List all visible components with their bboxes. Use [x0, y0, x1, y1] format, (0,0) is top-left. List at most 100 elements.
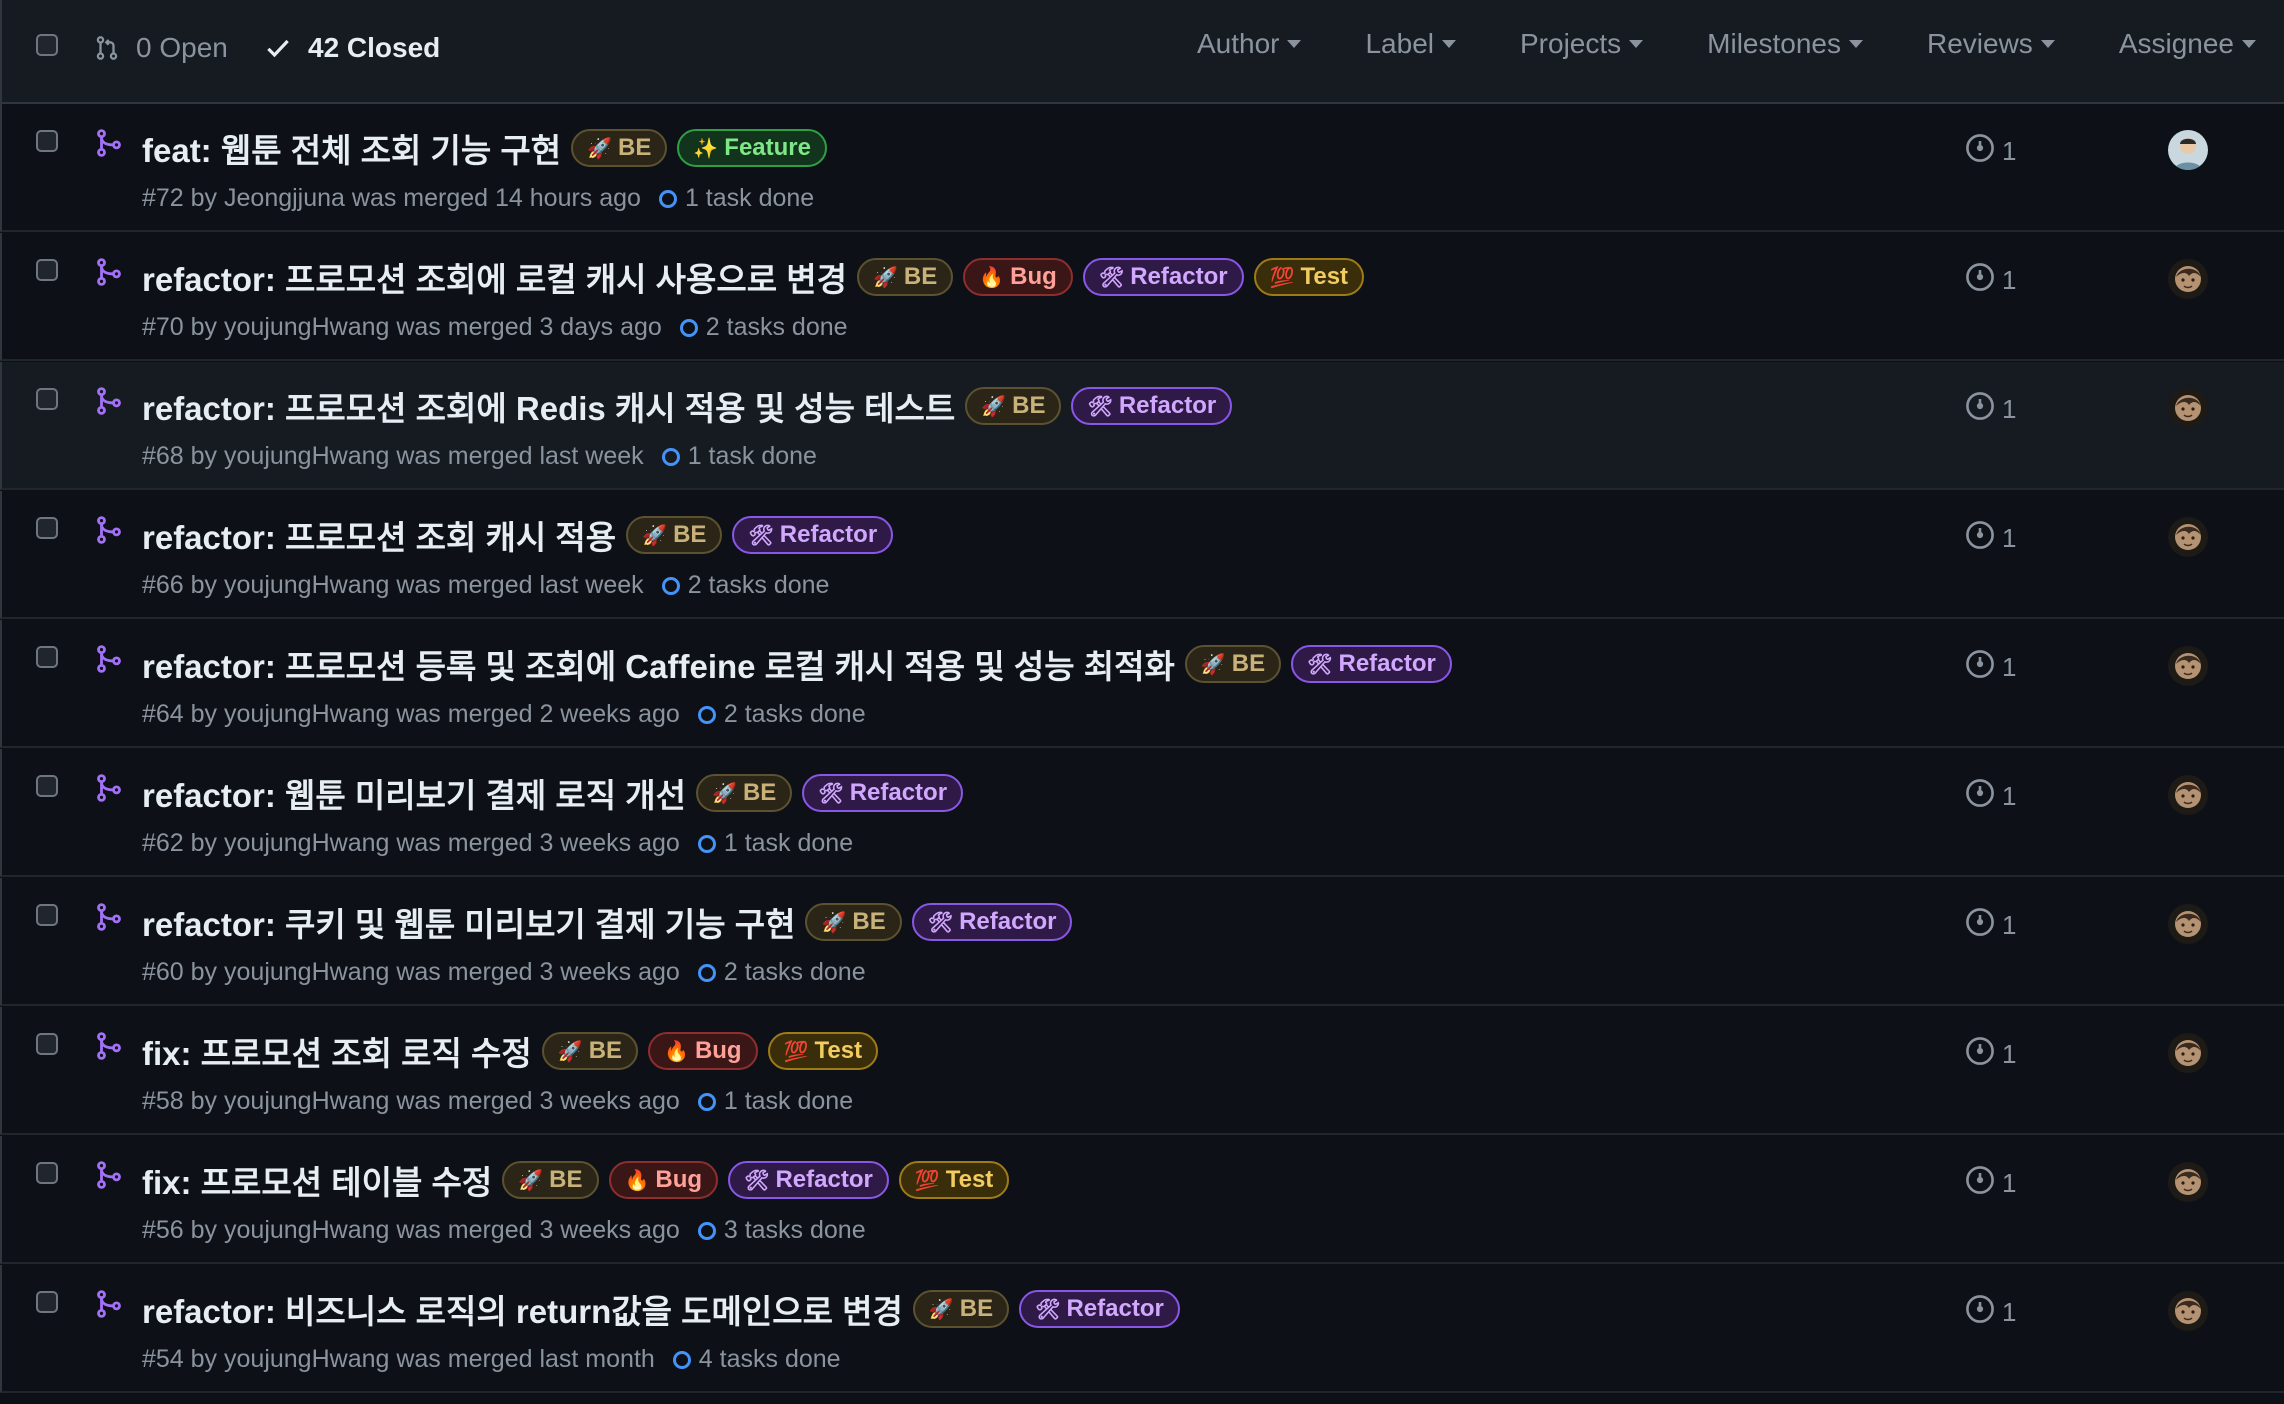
caret-down-icon [2242, 40, 2256, 48]
assignee-avatar[interactable] [2168, 1162, 2208, 1202]
comments-link[interactable]: 1 [1964, 648, 2016, 687]
task-status[interactable]: 4 tasks done [699, 1345, 841, 1374]
comments-link[interactable]: 1 [1964, 1293, 2016, 1332]
pull-request-title[interactable]: feat: 웹툰 전체 조회 기능 구현 [142, 124, 561, 172]
label-feature[interactable]: ✨ Feature [677, 129, 827, 167]
pull-request-title[interactable]: refactor: 프로모션 조회 캐시 적용 [142, 511, 616, 559]
label-test[interactable]: 💯 Test [1253, 258, 1365, 296]
comments-link[interactable]: 1 [1964, 1164, 2016, 1203]
label-refactor[interactable]: 🛠 Refactor [1082, 258, 1244, 296]
label-bug[interactable]: 🔥 Bug [608, 1161, 719, 1199]
label-refactor[interactable]: 🛠 Refactor [911, 903, 1073, 941]
pull-request-title[interactable]: refactor: 비즈니스 로직의 return값을 도메인으로 변경 [142, 1285, 903, 1333]
comments-link[interactable]: 1 [1964, 777, 2016, 816]
label-be[interactable]: 🚀 BE [1184, 645, 1282, 683]
task-status[interactable]: 3 tasks done [724, 1216, 866, 1245]
pull-request-row[interactable]: refactor: 프로모션 조회 캐시 적용 🚀 BE 🛠 Refactor #66 b… [0, 491, 2284, 619]
label-emoji-icon: 🚀 [928, 1298, 954, 1321]
assignee-avatar[interactable] [2168, 904, 2208, 944]
assignee-avatar[interactable] [2168, 388, 2208, 428]
label-be[interactable]: 🚀 BE [805, 903, 902, 941]
label-emoji-icon: 🛠 [1307, 653, 1333, 676]
pull-request-row[interactable]: fix: 프로모션 조회 로직 수정 🚀 BE 🔥 Bug 💯 Test #58 by you… [0, 1007, 2284, 1135]
pull-request-row[interactable]: refactor: 프로모션 등록 및 조회에 Caffeine 로컬 캐시 적… [0, 620, 2284, 748]
pull-request-row[interactable]: refactor: 프로모션 조회에 Redis 캐시 적용 및 성능 테스트 🚀… [0, 362, 2284, 490]
label-test[interactable]: 💯 Test [898, 1161, 1010, 1199]
filter-author[interactable]: Author [1197, 28, 1302, 60]
row-checkbox[interactable] [36, 1162, 58, 1184]
task-status[interactable]: 1 task done [685, 184, 814, 213]
label-be[interactable]: 🚀 BE [502, 1161, 599, 1199]
task-status[interactable]: 1 task done [688, 442, 817, 471]
comments-link[interactable]: 1 [1964, 906, 2016, 945]
select-all-checkbox[interactable] [36, 34, 58, 56]
label-be[interactable]: 🚀 BE [857, 258, 954, 296]
row-checkbox[interactable] [36, 1033, 58, 1055]
row-checkbox[interactable] [36, 388, 58, 410]
task-status[interactable]: 2 tasks done [706, 313, 848, 342]
label-refactor[interactable]: 🛠 Refactor [802, 774, 964, 812]
label-refactor[interactable]: 🛠 Refactor [732, 516, 894, 554]
comments-link[interactable]: 1 [1964, 390, 2016, 429]
pull-request-row[interactable]: fix: 프로모션 테이블 수정 🚀 BE 🔥 Bug 🛠 Refactor 💯 Test #56… [0, 1136, 2284, 1264]
pull-request-title[interactable]: fix: 프로모션 테이블 수정 [142, 1156, 492, 1204]
assignee-avatar[interactable] [2168, 130, 2208, 170]
filter-assignee[interactable]: Assignee [2119, 28, 2256, 60]
label-bug[interactable]: 🔥 Bug [963, 258, 1073, 296]
row-checkbox[interactable] [36, 1291, 58, 1313]
task-status[interactable]: 1 task done [724, 1087, 853, 1116]
label-bug[interactable]: 🔥 Bug [648, 1032, 758, 1070]
closed-filter[interactable]: 42 Closed [264, 32, 440, 64]
row-checkbox[interactable] [36, 517, 58, 539]
assignee-avatar[interactable] [2168, 517, 2208, 557]
label-refactor[interactable]: 🛠 Refactor [1071, 387, 1233, 425]
label-test[interactable]: 💯 Test [767, 1032, 879, 1070]
label-be[interactable]: 🚀 BE [626, 516, 723, 554]
pull-request-title[interactable]: refactor: 쿠키 및 웹툰 미리보기 결제 기능 구현 [142, 898, 795, 946]
label-be[interactable]: 🚀 BE [696, 774, 793, 812]
pull-request-title[interactable]: refactor: 프로모션 조회에 로컬 캐시 사용으로 변경 [142, 253, 847, 301]
assignee-avatar[interactable] [2168, 775, 2208, 815]
task-status[interactable]: 2 tasks done [724, 700, 866, 729]
label-refactor[interactable]: 🛠 Refactor [1019, 1290, 1180, 1328]
merge-info: #66 by youjungHwang was merged last week [142, 571, 644, 599]
title-line: refactor: 웹툰 미리보기 결제 로직 개선 🚀 BE 🛠 Refactor [142, 769, 973, 817]
comment-count: 1 [2002, 1039, 2017, 1069]
pull-request-title[interactable]: refactor: 프로모션 등록 및 조회에 Caffeine 로컬 캐시 적… [142, 640, 1175, 688]
assignee-avatar[interactable] [2168, 1033, 2208, 1073]
open-filter[interactable]: 0 Open [94, 32, 228, 64]
comments-link[interactable]: 1 [1964, 519, 2016, 558]
task-status[interactable]: 1 task done [724, 829, 853, 858]
row-checkbox[interactable] [36, 904, 58, 926]
filter-label[interactable]: Label [1365, 28, 1456, 60]
row-checkbox[interactable] [36, 130, 58, 152]
comments-link[interactable]: 1 [1964, 1035, 2016, 1074]
pull-request-row[interactable]: refactor: 쿠키 및 웹툰 미리보기 결제 기능 구현 🚀 BE 🛠 Refac… [0, 878, 2284, 1006]
label-refactor[interactable]: 🛠 Refactor [1291, 645, 1452, 683]
pull-request-title[interactable]: refactor: 웹툰 미리보기 결제 로직 개선 [142, 769, 686, 817]
pull-request-title[interactable]: refactor: 프로모션 조회에 Redis 캐시 적용 및 성능 테스트 [142, 382, 955, 430]
task-status[interactable]: 2 tasks done [688, 571, 830, 600]
row-checkbox[interactable] [36, 775, 58, 797]
label-be[interactable]: 🚀 BE [571, 129, 668, 167]
task-status[interactable]: 2 tasks done [724, 958, 866, 987]
row-checkbox[interactable] [36, 259, 58, 281]
pull-request-row[interactable]: refactor: 프로모션 조회에 로컬 캐시 사용으로 변경 🚀 BE 🔥 Bug 🛠… [0, 233, 2284, 361]
assignee-avatar[interactable] [2168, 1291, 2208, 1331]
comments-link[interactable]: 1 [1964, 261, 2016, 300]
label-refactor[interactable]: 🛠 Refactor [728, 1161, 889, 1199]
label-be[interactable]: 🚀 BE [912, 1290, 1010, 1328]
label-be[interactable]: 🚀 BE [541, 1032, 639, 1070]
filter-reviews[interactable]: Reviews [1927, 28, 2055, 60]
pull-request-title[interactable]: fix: 프로모션 조회 로직 수정 [142, 1027, 532, 1075]
label-be[interactable]: 🚀 BE [965, 387, 1062, 425]
filter-milestones[interactable]: Milestones [1707, 28, 1863, 60]
assignee-avatar[interactable] [2168, 646, 2208, 686]
assignee-avatar[interactable] [2168, 259, 2208, 299]
filter-projects[interactable]: Projects [1520, 28, 1644, 60]
pull-request-row[interactable]: refactor: 비즈니스 로직의 return값을 도메인으로 변경 🚀 BE 🛠… [0, 1265, 2284, 1393]
comments-link[interactable]: 1 [1964, 132, 2016, 171]
row-checkbox[interactable] [36, 646, 58, 668]
pull-request-row[interactable]: refactor: 웹툰 미리보기 결제 로직 개선 🚀 BE 🛠 Refactor #6… [0, 749, 2284, 877]
pull-request-row[interactable]: feat: 웹툰 전체 조회 기능 구현 🚀 BE ✨ Feature #72 by Je… [0, 104, 2284, 232]
